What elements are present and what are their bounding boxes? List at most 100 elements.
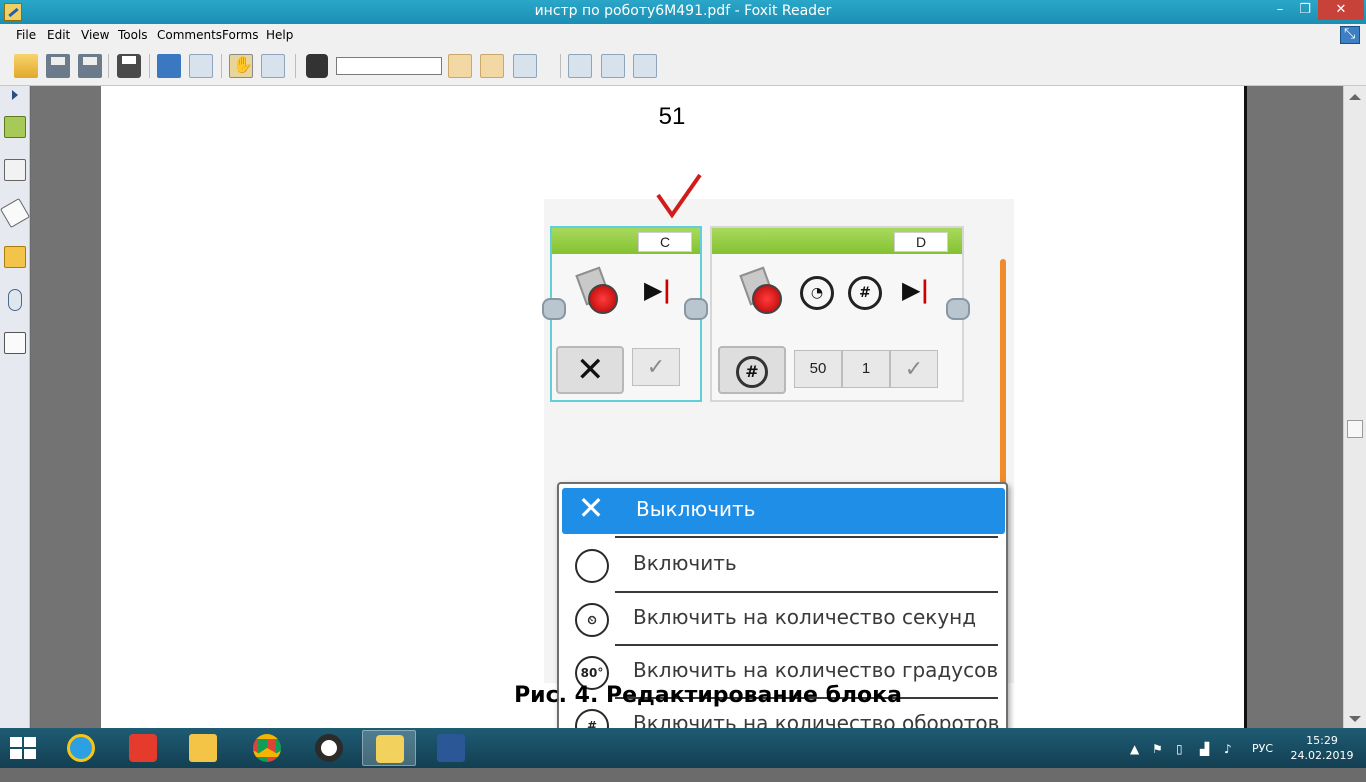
internet-explorer-icon[interactable] xyxy=(54,730,108,766)
toolbar-separator xyxy=(149,54,150,78)
network-icon[interactable]: ▟ xyxy=(1200,742,1214,756)
find-binoculars-icon[interactable] xyxy=(306,54,328,78)
action-center-flag-icon[interactable]: ⚑ xyxy=(1152,742,1166,756)
rotations-param[interactable]: 1 xyxy=(842,350,890,388)
comments-icon[interactable] xyxy=(4,246,26,268)
print-icon[interactable] xyxy=(117,54,141,78)
pdf-page: 51 C ▶| ✕ ✓ D ◔ # ▶| # 50 1 ✓ ✕ Выключит… xyxy=(101,86,1247,728)
rotations-count-icon: # xyxy=(575,709,609,728)
select-text-icon[interactable] xyxy=(261,54,285,78)
minimize-button[interactable]: – xyxy=(1268,0,1292,20)
menu-help[interactable]: Help xyxy=(266,28,293,42)
foxit-reader-icon[interactable] xyxy=(362,730,416,766)
zoom-icon[interactable] xyxy=(189,54,213,78)
sequence-out-plug xyxy=(946,298,970,320)
file-explorer-icon[interactable] xyxy=(176,730,230,766)
mode-selector-off[interactable]: ✕ xyxy=(556,346,624,394)
large-motor-icon xyxy=(739,266,784,322)
window-resize-icon[interactable] xyxy=(1340,26,1360,44)
taskbar: ▲ ⚑ ▯ ▟ ♪ РУС 15:29 24.02.2019 xyxy=(0,728,1366,768)
toolbar-separator xyxy=(221,54,222,78)
block-header: D xyxy=(712,228,962,254)
menu-comments[interactable]: Comments xyxy=(157,28,222,42)
page-number: 51 xyxy=(658,103,686,130)
scroll-up-icon[interactable] xyxy=(1349,94,1361,100)
scroll-thumb[interactable] xyxy=(1347,420,1363,438)
fullscreen-icon[interactable] xyxy=(157,54,181,78)
motor-block-d: D ◔ # ▶| # 50 1 ✓ xyxy=(710,226,970,402)
scroll-down-icon[interactable] xyxy=(1349,716,1361,722)
bookmarks-icon[interactable] xyxy=(4,116,26,138)
toolbar-separator xyxy=(108,54,109,78)
menu-item-label: Включить на количество секунд xyxy=(633,605,977,629)
menu-tools[interactable]: Tools xyxy=(118,28,148,42)
menu-item-label: Выключить xyxy=(636,497,756,521)
open-folder-icon[interactable] xyxy=(14,54,38,78)
pages-icon[interactable] xyxy=(4,159,26,181)
menu-item-label: Включить xyxy=(633,551,737,575)
fit-page-icon[interactable] xyxy=(601,54,625,78)
off-x-icon: ✕ xyxy=(577,489,605,527)
sequence-out-plug xyxy=(684,298,708,320)
find-next-icon[interactable] xyxy=(480,54,504,78)
maximize-button[interactable]: ❐ xyxy=(1293,0,1317,20)
menu-item-label: Включить на количество градусов xyxy=(633,658,999,682)
menu-edit[interactable]: Edit xyxy=(47,28,70,42)
menu-file[interactable]: File xyxy=(16,28,36,42)
find-previous-icon[interactable] xyxy=(448,54,472,78)
actual-size-icon[interactable] xyxy=(568,54,592,78)
layers-icon[interactable] xyxy=(0,197,31,229)
brake-param-check-icon: ✓ xyxy=(632,348,680,386)
menu-view[interactable]: View xyxy=(81,28,109,42)
attachments-icon[interactable] xyxy=(8,289,22,311)
save-as-icon[interactable] xyxy=(78,54,102,78)
toolbar-separator xyxy=(560,54,561,78)
sequence-in-plug xyxy=(542,298,566,320)
battery-icon[interactable]: ▯ xyxy=(1176,742,1190,756)
chrome-icon[interactable] xyxy=(240,730,294,766)
volume-icon[interactable]: ♪ xyxy=(1224,742,1238,756)
menu-forms[interactable]: Forms xyxy=(222,28,258,42)
mode-selector-rotations[interactable]: # xyxy=(718,346,786,394)
red-checkmark-icon xyxy=(656,173,702,219)
brake-param-check-icon: ✓ xyxy=(890,350,938,388)
page-shadow-edge xyxy=(1244,86,1247,728)
menu-item-on-seconds[interactable]: ⏲ Включить на количество секунд xyxy=(559,593,1006,646)
brake-at-end-icon: ▶| xyxy=(902,276,930,304)
fit-width-icon[interactable] xyxy=(633,54,657,78)
find-input[interactable] xyxy=(336,57,442,75)
signatures-icon[interactable] xyxy=(4,332,26,354)
show-hidden-icons-icon[interactable]: ▲ xyxy=(1130,742,1144,756)
document-viewport[interactable]: 51 C ▶| ✕ ✓ D ◔ # ▶| # 50 1 ✓ ✕ Выключит… xyxy=(31,86,1343,728)
highlight-icon[interactable] xyxy=(513,54,537,78)
word-icon[interactable] xyxy=(424,730,478,766)
sidebar-expand-icon[interactable] xyxy=(12,90,18,100)
vertical-scrollbar[interactable] xyxy=(1343,86,1366,728)
opera-icon[interactable] xyxy=(302,730,356,766)
large-motor-icon xyxy=(575,266,620,322)
hand-tool-icon[interactable] xyxy=(229,54,253,78)
block-header: C xyxy=(552,228,700,254)
menu-item-on[interactable]: Включить xyxy=(559,539,1006,592)
yandex-browser-icon[interactable] xyxy=(116,730,170,766)
title-bar: инстр по роботу6М491.pdf - Foxit Reader … xyxy=(0,0,1366,24)
save-icon[interactable] xyxy=(46,54,70,78)
figure-caption: Рис. 4. Редактирование блока xyxy=(514,683,902,708)
figure-block-editing: C ▶| ✕ ✓ D ◔ # ▶| # 50 1 ✓ ✕ Выключить В… xyxy=(542,173,1014,728)
clock-time: 15:29 xyxy=(1306,734,1338,747)
timer-icon: ⏲ xyxy=(575,603,609,637)
rotations-icon: # xyxy=(848,276,882,310)
close-button[interactable]: ✕ xyxy=(1318,0,1364,20)
language-indicator[interactable]: РУС xyxy=(1252,742,1273,782)
port-label-d: D xyxy=(894,232,948,252)
windows-start-icon[interactable] xyxy=(10,737,36,759)
motor-block-c: C ▶| ✕ ✓ xyxy=(542,226,708,402)
menu-bar: File Edit View Tools Comments Forms Help xyxy=(0,24,1366,46)
menu-divider xyxy=(615,536,998,538)
menu-item-label: Включить на количество оборотов xyxy=(633,711,1000,728)
toolbar-separator xyxy=(295,54,296,78)
power-param[interactable]: 50 xyxy=(794,350,842,388)
clock[interactable]: 15:29 24.02.2019 xyxy=(1290,734,1354,774)
brake-at-end-icon: ▶| xyxy=(644,276,672,304)
menu-item-off[interactable]: ✕ Выключить xyxy=(562,488,1005,534)
